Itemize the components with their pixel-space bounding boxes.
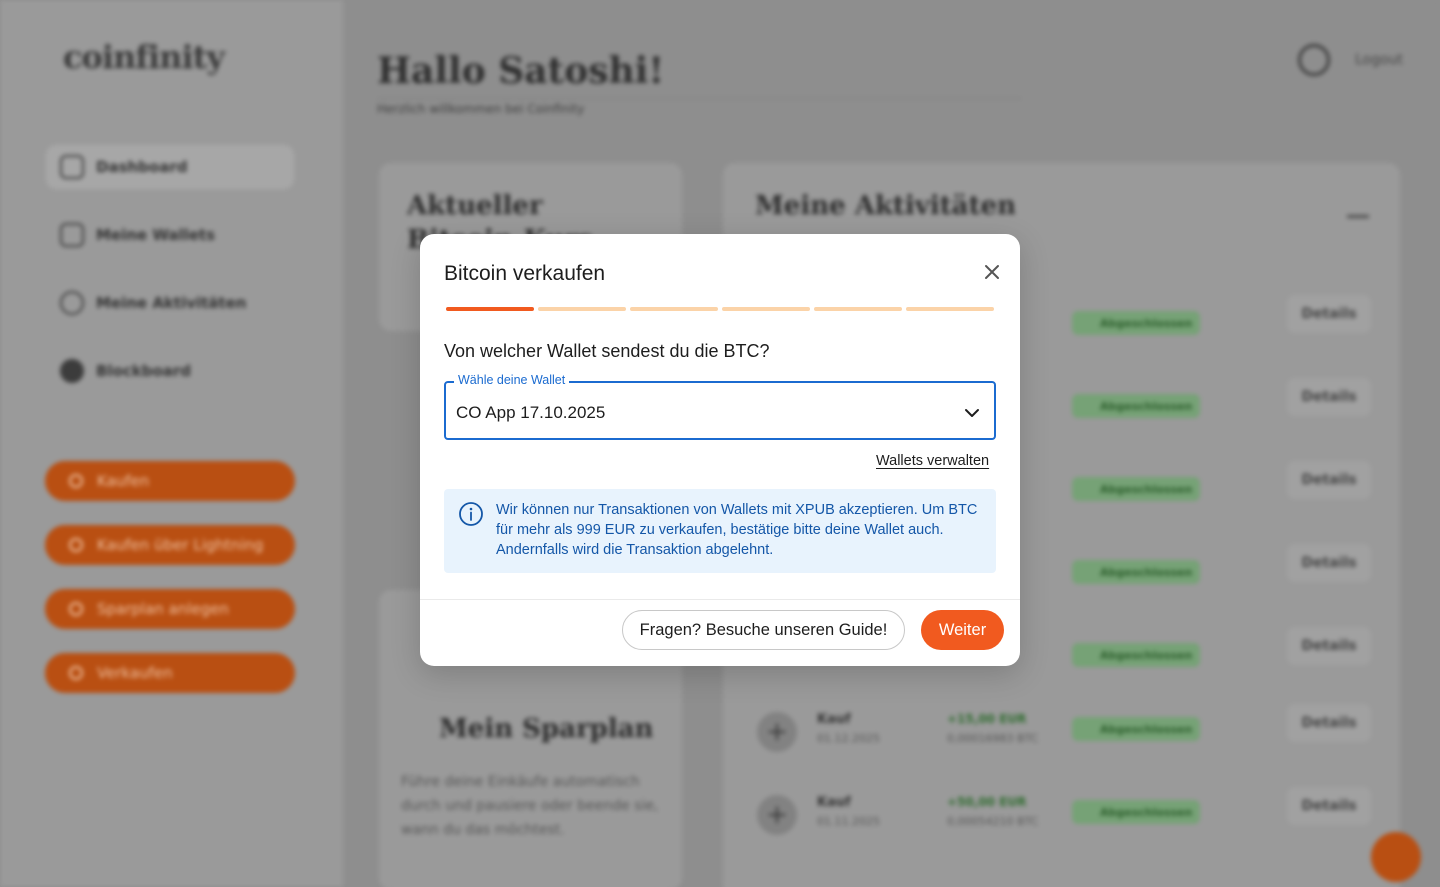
progress-step	[906, 307, 994, 311]
status-badge: Abgeschlossen	[1072, 560, 1200, 584]
step-progress	[446, 307, 994, 311]
info-text: Wir können nur Transaktionen von Wallets…	[496, 502, 978, 558]
close-button[interactable]	[980, 260, 1004, 284]
savings-plan-button-label: Sparplan anlegen	[97, 600, 229, 618]
progress-step	[538, 307, 626, 311]
buy-lightning-button-label: Kaufen über Lightning	[97, 536, 264, 554]
sidebar-item-label: Meine Wallets	[96, 226, 216, 244]
details-button[interactable]: Details	[1287, 544, 1371, 582]
manage-wallets-link[interactable]: Wallets verwalten	[876, 453, 989, 469]
title-divider	[377, 98, 1022, 99]
status-badge: Abgeschlossen	[1072, 800, 1200, 824]
info-icon	[459, 502, 483, 526]
progress-step	[446, 307, 534, 311]
xpub-info-box: Wir können nur Transaktionen von Wallets…	[444, 489, 996, 573]
activity-amount: +15,00 EUR	[947, 712, 1027, 726]
details-button[interactable]: Details	[1287, 378, 1371, 416]
status-badge: Abgeschlossen	[1072, 311, 1200, 335]
status-badge: Abgeschlossen	[1072, 717, 1200, 741]
logout-link[interactable]: Logout	[1355, 52, 1403, 68]
progress-step	[814, 307, 902, 311]
close-icon	[985, 265, 999, 279]
status-badge: Abgeschlossen	[1072, 477, 1200, 501]
wallet-select-value: CO App 17.10.2025	[456, 403, 606, 422]
savings-plan-button[interactable]: Sparplan anlegen	[45, 589, 295, 629]
table-row: + Kauf 01.12.2025 +15,00 EUR 0,00016983 …	[757, 704, 1397, 772]
sidebar-item-blockboard[interactable]: Blockboard	[46, 349, 294, 393]
page-subtitle: Herzlich willkommen bei Coinfinity	[377, 102, 585, 116]
modal-title: Bitcoin verkaufen	[444, 262, 606, 285]
table-row: + Kauf 01.11.2025 +50,00 EUR 0,00054210 …	[757, 787, 1397, 855]
wallet-icon	[60, 223, 84, 247]
sell-bitcoin-modal: Bitcoin verkaufen Von welcher Wallet sen…	[420, 234, 1020, 666]
sidebar-item-activities[interactable]: Meine Aktivitäten	[46, 281, 294, 325]
sell-button-label: Verkaufen	[97, 664, 173, 682]
activity-date: 01.12.2025	[817, 732, 880, 745]
savings-card-text: Führe deine Einkäufe automatisch durch u…	[401, 774, 659, 838]
wallet-select-legend: Wähle deine Wallet	[454, 373, 570, 387]
activity-btc: 0,00054210 BTC	[947, 815, 1039, 828]
status-badge: Abgeschlossen	[1072, 643, 1200, 667]
plus-icon: +	[757, 712, 797, 752]
sidebar-item-label: Blockboard	[96, 362, 192, 380]
buy-lightning-button[interactable]: Kaufen über Lightning	[45, 525, 295, 565]
status-badge: Abgeschlossen	[1072, 394, 1200, 418]
progress-step	[630, 307, 718, 311]
activity-btc: 0,00016983 BTC	[947, 732, 1039, 745]
sell-button[interactable]: Verkaufen	[45, 653, 295, 693]
activity-date: 01.11.2025	[817, 815, 880, 828]
wallet-question: Von welcher Wallet sendest du die BTC?	[444, 341, 770, 361]
wallet-select[interactable]: Wähle deine Wallet CO App 17.10.2025	[444, 373, 996, 440]
sidebar: coinfinity Dashboard Meine Wallets Meine…	[0, 0, 343, 887]
blockboard-icon	[60, 359, 84, 383]
sidebar-item-label: Meine Aktivitäten	[96, 294, 247, 312]
next-button[interactable]: Weiter	[921, 610, 1004, 650]
savings-card-title: Mein Sparplan	[439, 714, 654, 744]
details-button[interactable]: Details	[1287, 627, 1371, 665]
buy-button[interactable]: Kaufen	[45, 461, 295, 501]
activity-kind: Kauf	[817, 712, 851, 727]
buy-button-label: Kaufen	[97, 472, 150, 490]
download-icon[interactable]	[1347, 196, 1369, 218]
activity-amount: +50,00 EUR	[947, 795, 1027, 809]
page-title: Hallo Satoshi!	[377, 50, 665, 92]
activity-card-title: Meine Aktivitäten	[755, 191, 1017, 221]
sidebar-item-label: Dashboard	[96, 158, 188, 176]
sidebar-item-wallets[interactable]: Meine Wallets	[46, 213, 294, 257]
details-button[interactable]: Details	[1287, 787, 1371, 825]
details-button[interactable]: Details	[1287, 704, 1371, 742]
minus-icon	[69, 666, 83, 680]
sidebar-item-dashboard[interactable]: Dashboard	[46, 145, 294, 189]
lightning-icon	[69, 538, 83, 552]
progress-step	[722, 307, 810, 311]
chevron-down-icon	[965, 409, 979, 417]
details-button[interactable]: Details	[1287, 295, 1371, 333]
home-icon	[60, 155, 84, 179]
activity-icon	[60, 291, 84, 315]
plus-icon: +	[757, 795, 797, 835]
calendar-icon	[69, 602, 83, 616]
chat-icon[interactable]	[1371, 832, 1421, 882]
activity-kind: Kauf	[817, 795, 851, 810]
plus-icon	[69, 474, 83, 488]
user-icon[interactable]	[1298, 44, 1330, 76]
details-button[interactable]: Details	[1287, 461, 1371, 499]
logo: coinfinity	[63, 38, 225, 76]
guide-button[interactable]: Fragen? Besuche unseren Guide!	[622, 610, 905, 650]
footer-divider	[420, 599, 1020, 600]
